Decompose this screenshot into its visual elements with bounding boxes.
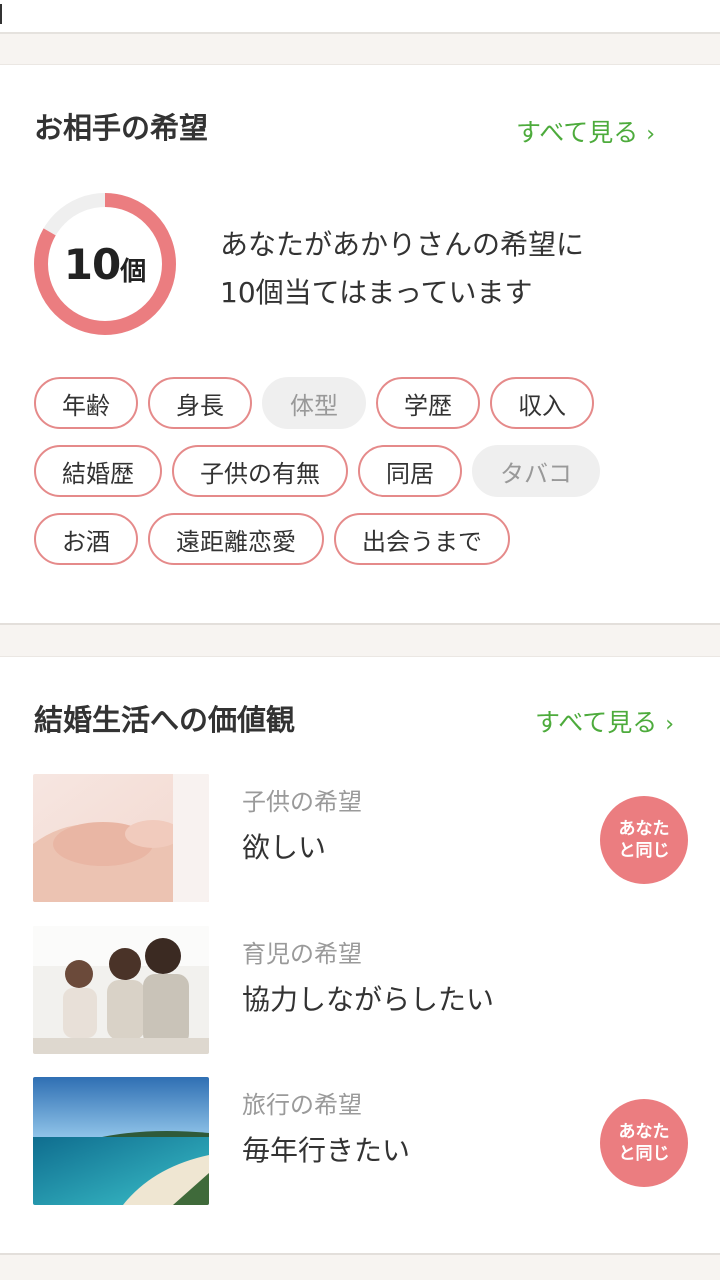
- chip-row: 結婚歴 子供の有無 同居 タバコ: [34, 445, 704, 497]
- text-cursor: [0, 4, 2, 24]
- chevron-right-icon: ›: [665, 712, 675, 737]
- wish-chip-matched: 身長: [148, 377, 252, 429]
- wish-chip-matched: 年齢: [34, 377, 138, 429]
- top-bar: [0, 0, 720, 34]
- beach-photo: [33, 1077, 209, 1205]
- wish-chip-matched: 遠距離恋愛: [148, 513, 324, 565]
- value-row-children[interactable]: 子供の希望 欲しい あなた と同じ: [0, 774, 720, 902]
- marriage-values-title: 結婚生活への価値観: [34, 703, 296, 737]
- marriage-values-see-all-link[interactable]: すべて見る ›: [535, 703, 674, 739]
- partner-wishes-title: お相手の希望: [34, 111, 209, 145]
- chip-row: お酒 遠距離恋愛 出会うまで: [34, 513, 704, 565]
- value-row-childcare[interactable]: 育児の希望 協力しながらしたい: [0, 926, 720, 1054]
- wish-chip-matched: 収入: [490, 377, 594, 429]
- value-answer: 協力しながらしたい: [242, 983, 495, 1016]
- badge-line2: と同じ: [618, 841, 670, 861]
- partner-wishes-card: お相手の希望 すべて見る › 10 個 あなたがあかりさんの希望に 10個当てはまっ…: [0, 64, 720, 625]
- value-category: 育児の希望: [242, 940, 362, 968]
- value-answer: 毎年行きたい: [242, 1134, 411, 1167]
- wish-chips: 年齢 身長 体型 学歴 収入 結婚歴 子供の有無 同居 タバコ お酒 遠距離恋愛 出会うまで: [34, 377, 704, 581]
- match-count-donut: 10 個: [32, 191, 178, 337]
- family-photo: [33, 926, 209, 1054]
- match-description: あなたがあかりさんの希望に 10個当てはまっています: [220, 221, 690, 317]
- wish-chip-unmatched: 体型: [262, 377, 366, 429]
- match-count-number: 10: [63, 239, 121, 289]
- value-category: 子供の希望: [242, 788, 362, 816]
- badge-line1: あなた: [618, 819, 670, 839]
- same-as-you-badge: あなた と同じ: [600, 1099, 688, 1187]
- wish-chip-matched: 出会うまで: [334, 513, 510, 565]
- chip-row: 年齢 身長 体型 学歴 収入: [34, 377, 704, 429]
- wish-chip-matched: 結婚歴: [34, 445, 162, 497]
- baby-hand-photo: [33, 774, 209, 902]
- match-description-line2: 10個当てはまっています: [220, 276, 533, 309]
- same-as-you-badge: あなた と同じ: [600, 796, 688, 884]
- value-row-travel[interactable]: 旅行の希望 毎年行きたい あなた と同じ: [0, 1077, 720, 1205]
- donut-label: 10 個: [32, 191, 178, 337]
- wish-chip-unmatched: タバコ: [472, 445, 600, 497]
- chevron-right-icon: ›: [646, 122, 656, 147]
- see-all-label: すべて見る: [535, 708, 658, 737]
- match-count-unit: 個: [120, 256, 147, 287]
- badge-line2: と同じ: [618, 1144, 670, 1164]
- wish-chip-matched: お酒: [34, 513, 138, 565]
- wish-chip-matched: 同居: [358, 445, 462, 497]
- value-answer: 欲しい: [242, 831, 327, 864]
- see-all-label: すべて見る: [516, 118, 639, 147]
- value-category: 旅行の希望: [242, 1091, 362, 1119]
- match-description-line1: あなたがあかりさんの希望に: [220, 228, 585, 261]
- badge-line1: あなた: [618, 1122, 670, 1142]
- marriage-values-card: 結婚生活への価値観 すべて見る › 子供の希望 欲しい あなた と同じ 育児の希…: [0, 656, 720, 1255]
- wish-chip-matched: 子供の有無: [172, 445, 348, 497]
- wish-chip-matched: 学歴: [376, 377, 480, 429]
- partner-wishes-see-all-link[interactable]: すべて見る ›: [516, 113, 655, 149]
